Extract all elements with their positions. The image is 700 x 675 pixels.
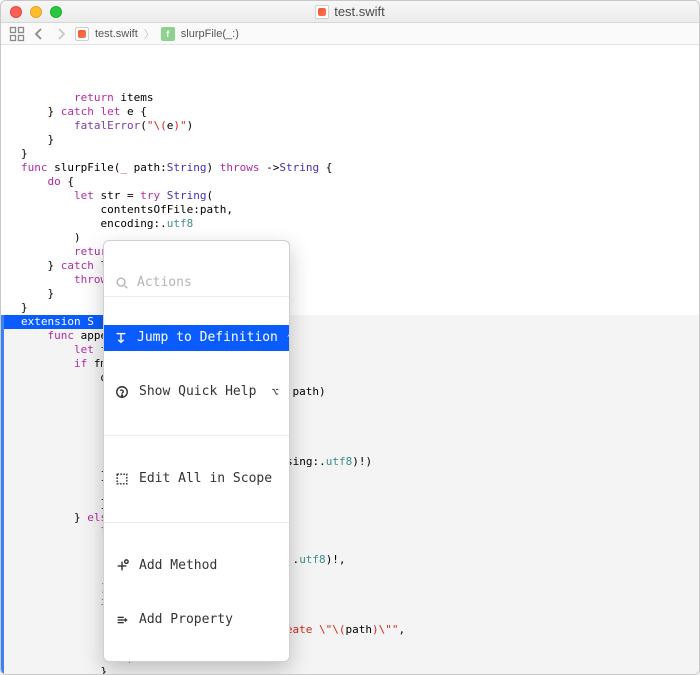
jumpbar-file[interactable]: test.swift (95, 28, 138, 40)
action-shortcut: ⌥ (272, 385, 279, 399)
function-badge-icon (161, 27, 175, 41)
jumpbar-symbol[interactable]: slurpFile(_:) (181, 28, 239, 40)
window-title: test.swift (1, 4, 699, 19)
back-icon[interactable] (31, 26, 47, 42)
quick-actions-popup: Actions Jump to Definition ^⌘ Show Quick… (103, 240, 290, 662)
jump-to-definition-icon (114, 330, 128, 346)
search-icon (114, 275, 130, 291)
edit-scope-icon (114, 471, 130, 487)
action-label: Jump to Definition (137, 331, 278, 345)
close-icon[interactable] (10, 6, 22, 18)
separator (104, 435, 289, 436)
swift-file-icon (75, 27, 89, 41)
related-items-icon[interactable] (9, 26, 25, 42)
action-add-property[interactable]: Add Property (104, 607, 289, 633)
jump-bar[interactable]: test.swift 〉 slurpFile(_:) (1, 23, 699, 45)
help-icon (114, 384, 130, 400)
zoom-icon[interactable] (50, 6, 62, 18)
titlebar: test.swift (1, 1, 699, 23)
action-jump-to-definition[interactable]: Jump to Definition ^⌘ (104, 325, 289, 351)
action-show-quick-help[interactable]: Show Quick Help ⌥ (104, 379, 289, 405)
minimize-icon[interactable] (30, 6, 42, 18)
add-property-icon (114, 612, 130, 628)
action-label: Edit All in Scope (139, 472, 272, 486)
action-label: Add Method (139, 559, 217, 573)
window-title-text: test.swift (334, 4, 385, 19)
code-text: return (74, 91, 114, 104)
action-label: Show Quick Help (139, 385, 256, 399)
action-label: Add Property (139, 613, 233, 627)
actions-search-placeholder: Actions (137, 276, 192, 290)
editor-window: test.swift test.swift 〉 slurpFile(_:) re… (0, 0, 700, 675)
swift-file-icon (315, 5, 329, 19)
action-shortcut: ^⌘ (287, 331, 290, 345)
action-add-method[interactable]: Add Method (104, 553, 289, 579)
chevron-right-icon: 〉 (144, 26, 155, 42)
separator (104, 522, 289, 523)
traffic-lights (10, 6, 62, 18)
extension-fold-header[interactable]: extension extension SS (4, 315, 104, 329)
code-editor[interactable]: return items } catch let e { fatalError(… (1, 45, 699, 674)
action-edit-all-in-scope[interactable]: Edit All in Scope (104, 466, 289, 492)
forward-icon[interactable] (53, 26, 69, 42)
actions-search-input[interactable]: Actions (104, 269, 289, 297)
add-method-icon (114, 558, 130, 574)
